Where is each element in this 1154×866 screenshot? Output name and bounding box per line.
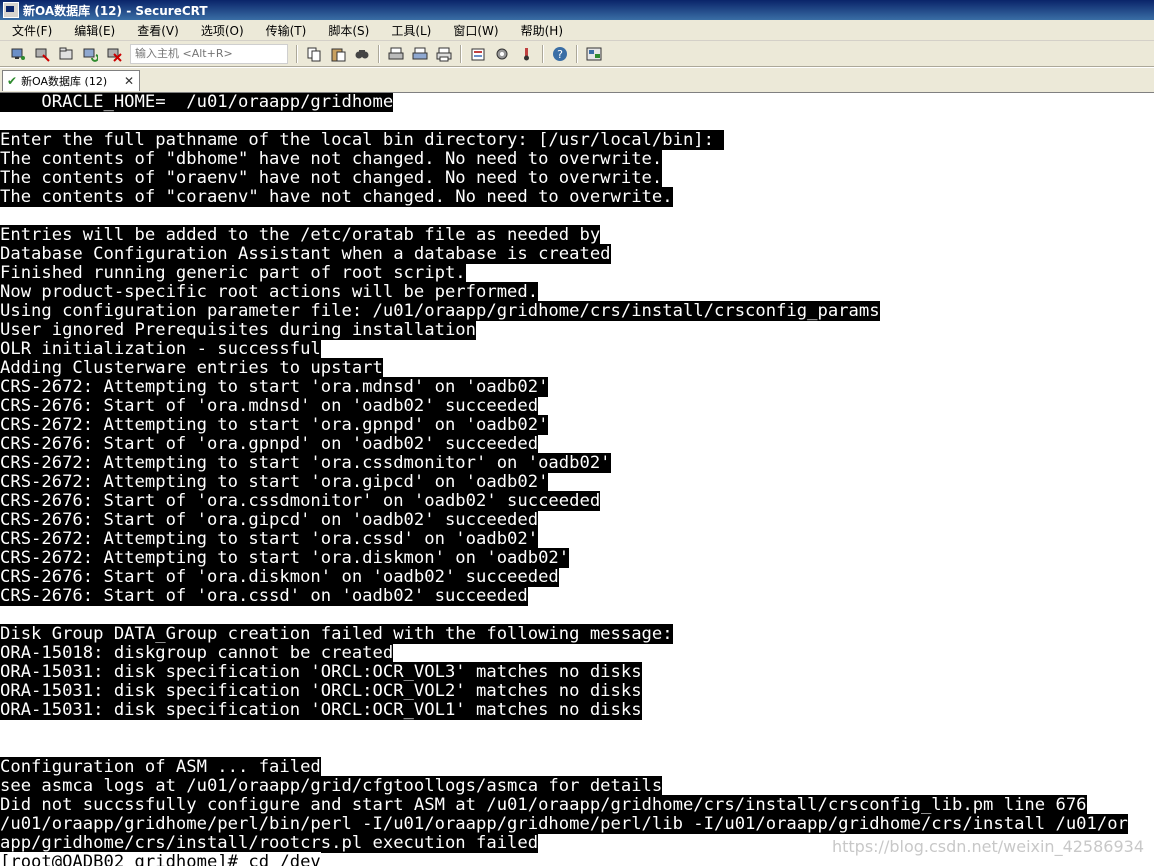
terminal-line: Using configuration parameter file: /u01…: [0, 301, 880, 321]
session-tab-bar: ✔ 新OA数据库 (12) ✕: [0, 68, 1154, 93]
toolbar-separator: [378, 44, 380, 63]
menu-edit[interactable]: 编辑(E): [62, 22, 125, 39]
terminal-line: CRS-2676: Start of 'ora.gpnpd' on 'oadb0…: [0, 434, 539, 454]
terminal-line: ORA-15031: disk specification 'ORCL:OCR_…: [0, 681, 642, 701]
global-options-icon[interactable]: [492, 44, 512, 64]
terminal-line: see asmca logs at /u01/oraapp/grid/cfgto…: [0, 776, 663, 796]
menu-transfer[interactable]: 传输(T): [254, 22, 317, 39]
terminal-line: Configuration of ASM ... failed: [0, 757, 321, 777]
terminal-line: Entries will be added to the /etc/oratab…: [0, 225, 601, 245]
terminal-line: CRS-2672: Attempting to start 'ora.diskm…: [0, 548, 570, 568]
menu-file[interactable]: 文件(F): [0, 22, 62, 39]
host-input[interactable]: [130, 43, 288, 64]
connect-icon[interactable]: [8, 44, 28, 64]
window-title: 新OA数据库 (12) - SecureCRT: [23, 3, 208, 18]
terminal-line: Database Configuration Assistant when a …: [0, 244, 611, 264]
connect-in-tab-icon[interactable]: [56, 44, 76, 64]
sftp-icon[interactable]: [584, 44, 604, 64]
paste-icon[interactable]: [328, 44, 348, 64]
terminal-line: ORA-15031: disk specification 'ORCL:OCR_…: [0, 700, 642, 720]
toolbar-separator: [576, 44, 578, 63]
terminal-line: Did not succssfully configure and start …: [0, 795, 1087, 815]
menu-script[interactable]: 脚本(S): [316, 22, 379, 39]
menu-window[interactable]: 窗口(W): [441, 22, 508, 39]
terminal-line: CRS-2672: Attempting to start 'ora.gpnpd…: [0, 415, 549, 435]
menu-help[interactable]: 帮助(H): [509, 22, 573, 39]
terminal-line: Disk Group DATA_Group creation failed wi…: [0, 624, 673, 644]
menu-options[interactable]: 选项(O): [189, 22, 254, 39]
toolbar-separator: [296, 44, 298, 63]
terminal-line: ORA-15031: disk specification 'ORCL:OCR_…: [0, 662, 642, 682]
session-options-icon[interactable]: [468, 44, 488, 64]
terminal-line: The contents of "coraenv" have not chang…: [0, 187, 673, 207]
session-tab-label: 新OA数据库 (12): [21, 75, 108, 88]
help-icon[interactable]: ?: [550, 44, 570, 64]
terminal-line: CRS-2676: Start of 'ora.gipcd' on 'oadb0…: [0, 510, 539, 530]
securecrt-app-icon: [3, 2, 19, 18]
terminal-line: OLR initialization - successful: [0, 339, 321, 359]
terminal-line: CRS-2672: Attempting to start 'ora.cssdm…: [0, 453, 611, 473]
terminal-line: /u01/oraapp/gridhome/perl/bin/perl -I/u0…: [0, 814, 1128, 834]
terminal-line: ORACLE_HOME= /u01/oraapp/gridhome: [0, 93, 394, 112]
menu-tools[interactable]: 工具(L): [379, 22, 441, 39]
terminal-output[interactable]: ORACLE_HOME= /u01/oraapp/gridhome Enter …: [0, 93, 1154, 866]
menu-bar: 文件(F) 编辑(E) 查看(V) 选项(O) 传输(T) 脚本(S) 工具(L…: [0, 20, 1154, 41]
watermark: https://blog.csdn.net/weixin_42586934: [831, 837, 1144, 856]
svg-text:?: ?: [557, 48, 563, 61]
terminal-line: CRS-2676: Start of 'ora.diskmon' on 'oad…: [0, 567, 559, 587]
terminal-line: User ignored Prerequisites during instal…: [0, 320, 476, 340]
terminal-line: CRS-2676: Start of 'ora.mdnsd' on 'oadb0…: [0, 396, 539, 416]
terminal-line: CRS-2672: Attempting to start 'ora.gipcd…: [0, 472, 549, 492]
close-tab-icon[interactable]: ✕: [124, 74, 134, 88]
quick-connect-icon[interactable]: [32, 44, 52, 64]
menu-view[interactable]: 查看(V): [125, 22, 189, 39]
toolbar-separator: [542, 44, 544, 63]
connected-check-icon: ✔: [7, 74, 18, 88]
terminal-line: Enter the full pathname of the local bin…: [0, 130, 725, 150]
terminal-line: The contents of "dbhome" have not change…: [0, 149, 663, 169]
terminal-line: The contents of "oraenv" have not change…: [0, 168, 663, 188]
toolbar-separator: [460, 44, 462, 63]
print-screen-icon[interactable]: [386, 44, 406, 64]
terminal-line: CRS-2672: Attempting to start 'ora.cssd'…: [0, 529, 539, 549]
terminal-line: Now product-specific root actions will b…: [0, 282, 539, 302]
print-selection-icon[interactable]: [410, 44, 430, 64]
terminal-line: CRS-2672: Attempting to start 'ora.mdnsd…: [0, 377, 549, 397]
terminal-line: Adding Clusterware entries to upstart: [0, 358, 383, 378]
reconnect-icon[interactable]: [80, 44, 100, 64]
terminal-line: CRS-2676: Start of 'ora.cssdmonitor' on …: [0, 491, 601, 511]
terminal-line: Finished running generic part of root sc…: [0, 263, 466, 283]
terminal-line: ORA-15018: diskgroup cannot be created: [0, 643, 394, 663]
terminal-line: CRS-2676: Start of 'ora.cssd' on 'oadb02…: [0, 586, 528, 606]
title-bar: 新OA数据库 (12) - SecureCRT: [0, 0, 1154, 20]
toolbar: ?: [0, 41, 1154, 67]
find-icon[interactable]: [352, 44, 372, 64]
keymap-icon[interactable]: [516, 44, 536, 64]
print-icon[interactable]: [434, 44, 454, 64]
disconnect-icon[interactable]: [104, 44, 124, 64]
session-tab[interactable]: ✔ 新OA数据库 (12) ✕: [2, 70, 140, 91]
copy-icon[interactable]: [304, 44, 324, 64]
